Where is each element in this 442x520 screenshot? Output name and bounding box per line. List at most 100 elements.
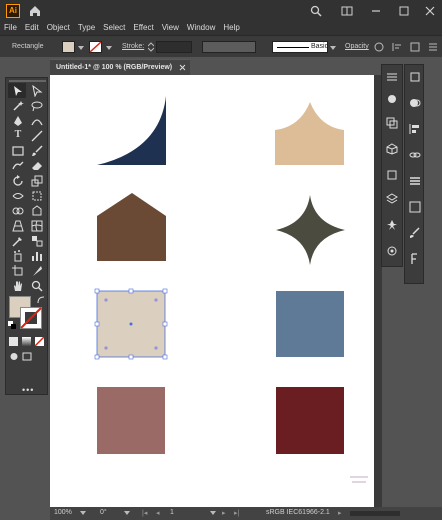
gradient-panel-icon[interactable]	[409, 201, 421, 213]
maximize-icon[interactable]	[398, 5, 410, 17]
home-icon[interactable]	[28, 4, 42, 18]
swap-fill-stroke-icon[interactable]	[37, 296, 45, 304]
width-tool-icon[interactable]	[12, 190, 24, 202]
lasso-tool-icon[interactable]	[31, 100, 43, 112]
pentagon-house-shape[interactable]	[97, 193, 166, 261]
document-tab[interactable]: Untitled-1* @ 100 % (RGB/Preview)	[50, 59, 190, 75]
direct-selection-tool-icon[interactable]	[31, 85, 43, 97]
transform-icon[interactable]	[410, 42, 420, 52]
curvature-tool-icon[interactable]	[31, 115, 43, 127]
zoom-level[interactable]: 100%	[54, 509, 72, 516]
links-icon[interactable]	[409, 149, 421, 161]
symbol-sprayer-tool-icon[interactable]	[12, 250, 24, 262]
brush-definition-field[interactable]: Basic	[272, 41, 328, 53]
align-icon[interactable]	[392, 42, 402, 52]
rotate-tool-icon[interactable]	[12, 175, 24, 187]
first-artboard-button[interactable]: |◂	[142, 509, 147, 517]
fill-swatch[interactable]	[62, 41, 75, 53]
color-icon[interactable]	[386, 93, 398, 105]
close-tab-icon[interactable]	[179, 64, 186, 71]
menu-file[interactable]: File	[0, 23, 21, 32]
panel-menu-icon[interactable]	[428, 42, 438, 52]
pen-tool-icon[interactable]	[12, 115, 24, 127]
selection-tool-icon[interactable]	[12, 85, 24, 97]
paintbrush-tool-icon[interactable]	[31, 145, 43, 157]
menu-effect[interactable]: Effect	[129, 23, 157, 32]
stroke-panel-icon[interactable]	[409, 175, 421, 187]
slice-tool-icon[interactable]	[31, 265, 43, 277]
glyphs-icon[interactable]	[409, 253, 421, 265]
stroke-none-swatch[interactable]	[89, 41, 102, 53]
menu-type[interactable]: Type	[74, 23, 99, 32]
stroke-label[interactable]: Stroke:	[122, 43, 144, 50]
opacity-label[interactable]: Opacity	[345, 43, 369, 50]
gradient-mode-button[interactable]	[22, 337, 31, 346]
horizontal-scrollbar[interactable]	[350, 511, 400, 516]
hand-tool-icon[interactable]	[12, 280, 24, 292]
chevron-down-icon[interactable]	[124, 511, 130, 516]
chevron-down-icon[interactable]	[78, 46, 84, 51]
variable-width-field[interactable]	[202, 41, 256, 53]
screen-mode-icon[interactable]	[22, 352, 32, 361]
menu-select[interactable]: Select	[99, 23, 129, 32]
last-artboard-button[interactable]: ▸|	[234, 509, 239, 517]
artboard-canvas[interactable]	[50, 75, 374, 507]
shaper-tool-icon[interactable]	[12, 160, 24, 172]
menu-edit[interactable]: Edit	[21, 23, 43, 32]
zoom-tool-icon[interactable]	[31, 280, 43, 292]
color-mode-button[interactable]	[9, 337, 18, 346]
chevron-down-icon[interactable]	[106, 46, 112, 51]
magic-wand-tool-icon[interactable]	[12, 100, 24, 112]
artboard-tool-icon[interactable]	[12, 265, 24, 277]
eraser-tool-icon[interactable]	[31, 160, 43, 172]
stroke-color-box[interactable]	[20, 307, 42, 329]
symbols-icon[interactable]	[386, 219, 398, 231]
rose-square[interactable]	[97, 387, 165, 454]
mesh-tool-icon[interactable]	[31, 220, 43, 232]
menu-object[interactable]: Object	[43, 23, 74, 32]
menu-window[interactable]: Window	[183, 23, 219, 32]
swatches-icon[interactable]	[386, 117, 398, 129]
none-mode-button[interactable]	[35, 337, 44, 346]
shape-builder-tool-icon[interactable]	[12, 205, 24, 217]
close-icon[interactable]	[424, 5, 436, 17]
panel-grip[interactable]	[9, 80, 46, 82]
artboard-number[interactable]: 1	[170, 509, 174, 516]
maroon-square[interactable]	[276, 387, 344, 454]
search-icon[interactable]	[310, 5, 322, 17]
chevron-down-icon[interactable]	[80, 511, 86, 516]
chevron-down-icon[interactable]	[210, 511, 216, 516]
rectangle-tool-icon[interactable]	[12, 145, 24, 157]
next-artboard-button[interactable]: ▸	[222, 509, 226, 517]
rotation-value[interactable]: 0°	[100, 509, 107, 516]
blend-tool-icon[interactable]	[31, 235, 43, 247]
quarter-curve-shape[interactable]	[97, 96, 166, 165]
recolor-icon[interactable]	[374, 42, 384, 52]
arrange-documents-icon[interactable]	[341, 5, 353, 17]
four-point-star-shape[interactable]	[276, 195, 345, 265]
chevron-down-icon[interactable]	[330, 46, 336, 51]
layers-icon[interactable]	[386, 193, 398, 205]
draw-normal-icon[interactable]	[9, 352, 19, 361]
3d-icon[interactable]	[386, 143, 398, 155]
eyedropper-tool-icon[interactable]	[12, 235, 24, 247]
column-graph-tool-icon[interactable]	[31, 250, 43, 262]
stepper-icon[interactable]	[148, 42, 154, 52]
menu-help[interactable]: Help	[219, 23, 243, 32]
artboards-icon[interactable]	[409, 71, 421, 83]
scale-tool-icon[interactable]	[31, 175, 43, 187]
perspective-grid-tool-icon[interactable]	[12, 220, 24, 232]
free-transform-tool-icon[interactable]	[31, 190, 43, 202]
live-paint-tool-icon[interactable]	[31, 205, 43, 217]
default-fill-stroke-icon[interactable]	[8, 321, 16, 329]
edit-toolbar-icon[interactable]: •••	[22, 385, 34, 395]
appearance-icon[interactable]	[386, 245, 398, 257]
previous-artboard-button[interactable]: ◂	[156, 509, 160, 517]
line-tool-icon[interactable]	[31, 130, 43, 142]
status-menu-arrow[interactable]: ▸	[338, 509, 342, 517]
blue-square[interactable]	[276, 291, 344, 357]
export-icon[interactable]	[386, 169, 398, 181]
arch-top-shape[interactable]	[275, 102, 344, 165]
properties-icon[interactable]	[386, 71, 398, 83]
type-tool-icon[interactable]: T	[12, 129, 24, 141]
